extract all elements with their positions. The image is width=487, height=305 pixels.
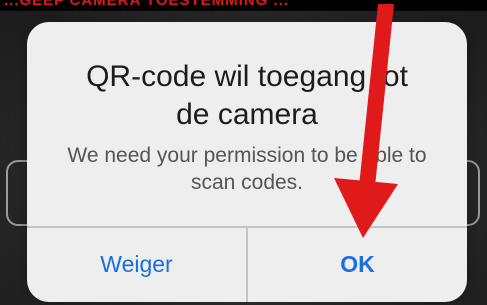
phone-screen: ...GEEF CAMERA TOESTEMMING ... QR-code w… <box>0 0 487 305</box>
alert-message-line-2: scan codes. <box>190 171 304 194</box>
alert-message: We need your permission to be able to sc… <box>45 142 449 196</box>
alert-title: QR-code wil toegang tot de camera <box>47 58 447 134</box>
alert-title-line-2: de camera <box>176 98 318 131</box>
deny-button[interactable]: Weiger <box>27 227 246 302</box>
instruction-banner-text: ...GEEF CAMERA TOESTEMMING ... <box>4 0 290 9</box>
alert-title-line-1: QR-code wil toegang tot <box>86 60 408 93</box>
alert-message-line-1: We need your permission to be able to <box>67 144 427 167</box>
instruction-banner: ...GEEF CAMERA TOESTEMMING ... <box>0 0 487 11</box>
ok-button[interactable]: OK <box>248 227 467 302</box>
permission-alert-dialog: QR-code wil toegang tot de camera We nee… <box>27 22 467 302</box>
alert-body: QR-code wil toegang tot de camera We nee… <box>27 22 467 226</box>
